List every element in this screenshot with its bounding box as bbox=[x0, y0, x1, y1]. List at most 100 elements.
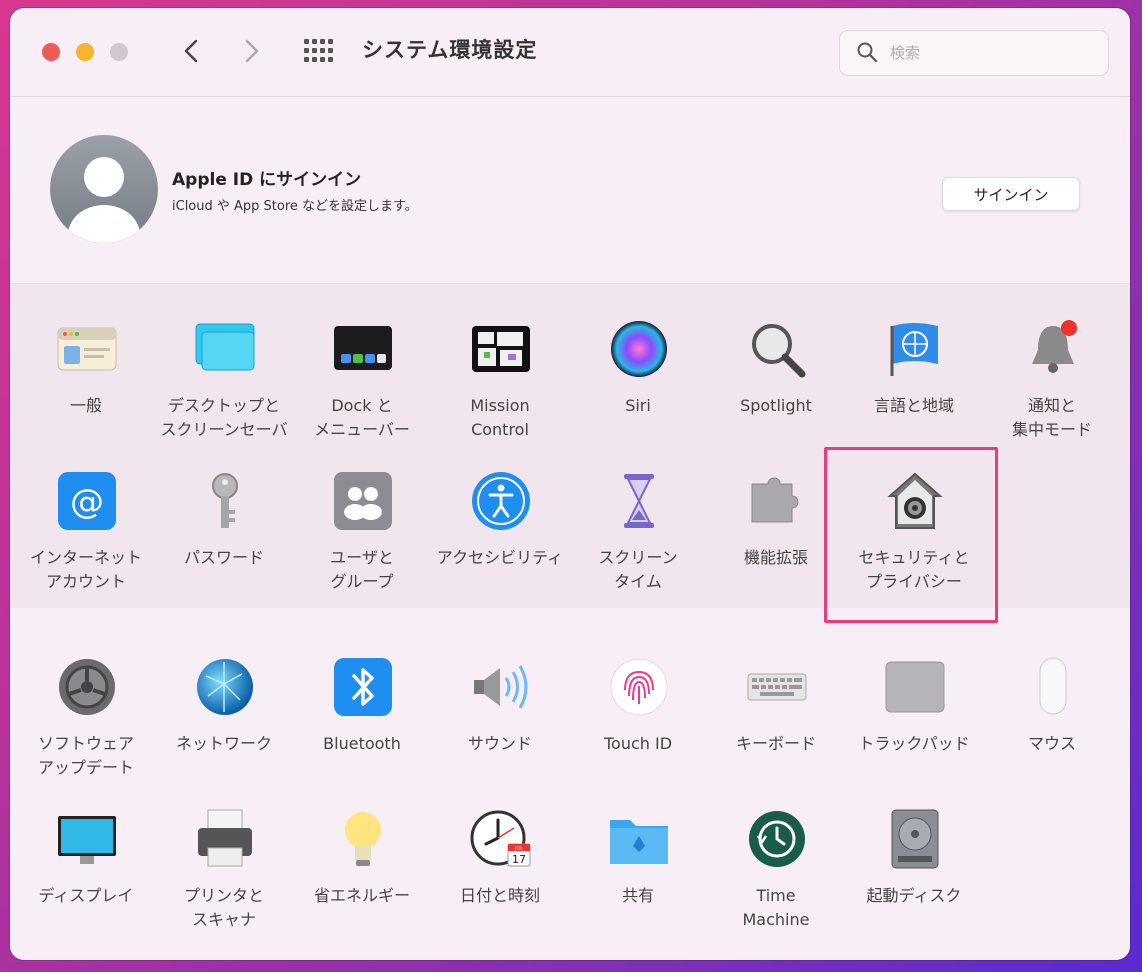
pref-users-groups[interactable]: ユーザと グループ bbox=[294, 470, 430, 610]
pref-date-time[interactable]: JUL 17 日付と時刻 bbox=[432, 808, 568, 948]
energy-saver-icon bbox=[345, 812, 381, 866]
extensions-icon bbox=[751, 477, 799, 523]
pref-passwords[interactable]: パスワード bbox=[156, 470, 292, 610]
search-field[interactable] bbox=[839, 30, 1109, 76]
pref-desktop-screensaver[interactable]: デスクトップと スクリーンセーバ bbox=[156, 318, 292, 458]
pref-spotlight[interactable]: Spotlight bbox=[708, 318, 844, 458]
pref-label: ネットワーク bbox=[175, 734, 272, 753]
pref-bluetooth[interactable]: Bluetooth bbox=[294, 656, 430, 796]
search-icon bbox=[857, 42, 878, 63]
displays-icon bbox=[58, 816, 116, 864]
pref-label: Dock と メニューバー bbox=[314, 396, 410, 439]
forward-button[interactable] bbox=[237, 34, 267, 68]
avatar[interactable] bbox=[50, 135, 158, 243]
pref-label: アクセシビリティ bbox=[436, 548, 564, 567]
dock-icon bbox=[334, 326, 392, 370]
close-window-button[interactable] bbox=[42, 43, 60, 61]
notifications-icon bbox=[1032, 320, 1077, 373]
pref-label: ユーザと グループ bbox=[330, 548, 394, 591]
software-update-icon bbox=[59, 659, 115, 715]
pref-label: サウンド bbox=[467, 734, 532, 753]
pref-label: 一般 bbox=[69, 396, 102, 415]
pref-label: Touch ID bbox=[603, 734, 673, 753]
pref-software-update[interactable]: ソフトウェア アップデート bbox=[18, 656, 154, 796]
pref-startup-disk[interactable]: 起動ディスク bbox=[846, 808, 982, 948]
pref-label: トラックパッド bbox=[858, 734, 970, 753]
pref-language-region[interactable]: 言語と地域 bbox=[846, 318, 982, 458]
pref-internet-accounts[interactable]: @ インターネット アカウント bbox=[18, 470, 154, 610]
pref-notifications[interactable]: 通知と 集中モード bbox=[984, 318, 1120, 458]
startup-disk-icon bbox=[891, 809, 939, 869]
pref-label: 共有 bbox=[621, 886, 654, 905]
language-icon bbox=[890, 323, 938, 376]
pref-displays[interactable]: ディスプレイ bbox=[18, 808, 154, 948]
pref-mission-control[interactable]: Mission Control bbox=[432, 318, 568, 458]
pref-label: ディスプレイ bbox=[38, 886, 134, 905]
pref-label: 通知と 集中モード bbox=[1011, 396, 1092, 439]
pref-label: Time Machine bbox=[742, 886, 810, 929]
pref-sharing[interactable]: 共有 bbox=[570, 808, 706, 948]
sharing-icon bbox=[610, 820, 668, 864]
passwords-icon bbox=[212, 473, 238, 528]
pref-label: プリンタと スキャナ bbox=[183, 886, 264, 929]
zoom-window-button[interactable] bbox=[110, 43, 128, 61]
general-icon bbox=[57, 327, 117, 371]
pref-label: 省エネルギー bbox=[313, 886, 410, 905]
apple-id-title: Apple ID にサインイン bbox=[172, 170, 362, 190]
network-icon bbox=[197, 659, 253, 715]
pref-label: キーボード bbox=[735, 734, 816, 753]
time-machine-icon bbox=[749, 811, 805, 867]
mission-control-icon bbox=[472, 326, 530, 372]
pref-label: ソフトウェア アップデート bbox=[37, 734, 134, 777]
search-input[interactable] bbox=[888, 40, 1092, 66]
pref-mouse[interactable]: マウス bbox=[984, 656, 1120, 796]
mouse-icon bbox=[1039, 657, 1067, 715]
pref-label: 言語と地域 bbox=[873, 396, 954, 415]
accessibility-icon bbox=[472, 472, 530, 530]
pref-keyboard[interactable]: キーボード bbox=[708, 656, 844, 796]
window-title: システム環境設定 bbox=[362, 38, 538, 62]
sound-icon bbox=[474, 665, 528, 709]
touch-id-icon bbox=[610, 658, 668, 716]
pref-printers-scanners[interactable]: プリンタと スキャナ bbox=[156, 808, 292, 948]
show-all-grid-button[interactable] bbox=[304, 39, 338, 63]
pref-label: インターネット アカウント bbox=[29, 548, 142, 591]
keyboard-icon bbox=[747, 673, 807, 701]
apple-id-section: Apple ID にサインイン iCloud や App Store などを設定… bbox=[10, 97, 1130, 283]
internet-accounts-icon: @ bbox=[58, 472, 116, 530]
pref-label: スクリーン タイム bbox=[598, 548, 678, 591]
calendar-day-text: 17 bbox=[512, 853, 526, 866]
pref-label: パスワード bbox=[183, 548, 264, 567]
back-button[interactable] bbox=[176, 34, 206, 68]
screen-time-icon bbox=[624, 474, 654, 528]
pref-label: Siri bbox=[625, 396, 651, 415]
pref-touch-id[interactable]: Touch ID bbox=[570, 656, 706, 796]
pref-network[interactable]: ネットワーク bbox=[156, 656, 292, 796]
pref-sound[interactable]: サウンド bbox=[432, 656, 568, 796]
pref-label: 起動ディスク bbox=[866, 886, 962, 905]
toolbar: システム環境設定 bbox=[10, 8, 1130, 97]
users-icon bbox=[334, 472, 392, 530]
trackpad-icon bbox=[885, 661, 945, 713]
date-time-icon: JUL 17 bbox=[470, 810, 531, 867]
pref-accessibility[interactable]: アクセシビリティ bbox=[432, 470, 568, 610]
pref-label: Spotlight bbox=[740, 396, 812, 415]
pref-trackpad[interactable]: トラックパッド bbox=[846, 656, 982, 796]
pref-time-machine[interactable]: Time Machine bbox=[708, 808, 844, 948]
pref-general[interactable]: 一般 bbox=[18, 318, 154, 458]
pref-screen-time[interactable]: スクリーン タイム bbox=[570, 470, 706, 610]
sign-in-button[interactable]: サインイン bbox=[942, 177, 1080, 211]
chevron-left-icon bbox=[184, 39, 198, 63]
siri-icon bbox=[611, 321, 667, 377]
pref-dock-menubar[interactable]: Dock と メニューバー bbox=[294, 318, 430, 458]
minimize-window-button[interactable] bbox=[76, 43, 94, 61]
pref-label: デスクトップと スクリーンセーバ bbox=[160, 396, 288, 439]
pref-siri[interactable]: Siri bbox=[570, 318, 706, 458]
spotlight-icon bbox=[752, 324, 806, 378]
system-preferences-window: システム環境設定 Apple ID にサインイン iCloud や App St… bbox=[10, 8, 1130, 960]
pref-energy-saver[interactable]: 省エネルギー bbox=[294, 808, 430, 948]
desktop-icon bbox=[195, 323, 255, 371]
bluetooth-icon bbox=[334, 658, 392, 716]
pref-label: Bluetooth bbox=[323, 734, 401, 753]
pref-label: マウス bbox=[1027, 734, 1076, 753]
